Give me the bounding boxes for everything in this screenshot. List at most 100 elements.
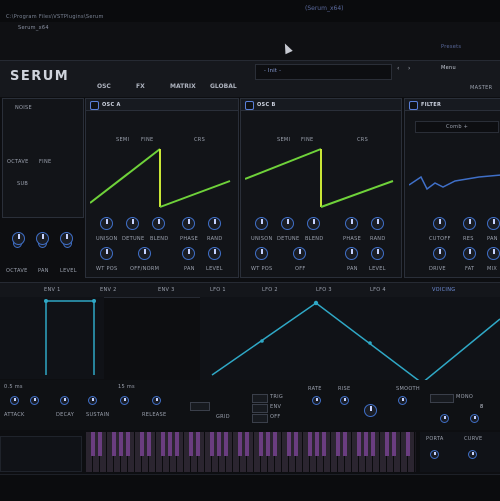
lfo-mode-trig[interactable] [252,394,268,403]
osc-a-level-knob[interactable] [208,247,221,260]
black-key[interactable] [140,432,144,456]
lfo-rise-knob[interactable] [340,396,349,405]
osc-a-power-button[interactable] [90,101,99,110]
voicing-curve-knob[interactable] [470,414,479,423]
black-key[interactable] [238,432,242,456]
env-attack-knob[interactable] [10,396,19,405]
env-release-knob[interactable] [120,396,129,405]
black-key[interactable] [196,432,200,456]
env-decay-knob[interactable] [60,396,69,405]
envelope-display[interactable] [0,297,104,379]
osc-a-detune-knob[interactable] [126,217,139,230]
black-key[interactable] [175,432,179,456]
lfo-grid-button[interactable] [190,402,210,411]
filter-res-knob[interactable] [463,217,476,230]
black-key[interactable] [147,432,151,456]
black-key[interactable] [210,432,214,456]
keyboard[interactable] [86,432,416,472]
presets-label[interactable]: Presets [441,44,461,50]
osc-b-detune-knob[interactable] [281,217,294,230]
black-key[interactable] [406,432,410,456]
mod-env1-tab[interactable]: ENV 1 [44,287,61,293]
osc-b-level-knob[interactable] [371,247,384,260]
preset-next-icon[interactable]: › [408,65,410,72]
black-key[interactable] [273,432,277,456]
black-key[interactable] [245,432,249,456]
voicing-porta-knob[interactable] [440,414,449,423]
osc-b-warp-knob[interactable] [293,247,306,260]
black-key[interactable] [336,432,340,456]
menu-button[interactable]: Menu [441,65,456,71]
black-key[interactable] [91,432,95,456]
osc-b-rand-knob[interactable] [371,217,384,230]
pitch-wheel[interactable] [0,436,82,472]
voicing-tab[interactable]: VOICING [432,287,455,293]
black-key[interactable] [112,432,116,456]
preset-display[interactable]: - Init - [255,64,392,80]
osc-b-power-button[interactable] [245,101,254,110]
env-sustain-knob[interactable] [88,396,97,405]
lfo-display[interactable] [200,297,500,385]
mod-lfo1-tab[interactable]: LFO 1 [210,287,226,293]
osc-a-phase-knob[interactable] [182,217,195,230]
tab-fx[interactable]: FX [136,83,145,90]
osc-a-warp-knob[interactable] [138,247,151,260]
black-key[interactable] [126,432,130,456]
black-key[interactable] [322,432,326,456]
lfo-mode-off[interactable] [252,414,268,423]
tab-osc[interactable]: OSC [97,83,111,90]
tab-global[interactable]: GLOBAL [210,83,237,90]
osc-b-phase-knob[interactable] [345,217,358,230]
lfo-mode-env[interactable] [252,404,268,413]
black-key[interactable] [168,432,172,456]
black-key[interactable] [287,432,291,456]
mod-env3-tab[interactable]: ENV 3 [158,287,175,293]
osc-b-wtpos-knob[interactable] [255,247,268,260]
black-key[interactable] [357,432,361,456]
voicing-poly-value[interactable]: 8 [480,404,483,410]
black-key[interactable] [371,432,375,456]
sub-octave-knob[interactable] [12,232,25,245]
black-key[interactable] [189,432,193,456]
filter-cutoff-knob[interactable] [433,217,446,230]
env-curve-knob[interactable] [152,396,161,405]
lfo-rate-knob[interactable] [312,396,321,405]
black-key[interactable] [217,432,221,456]
filter-power-button[interactable] [409,101,418,110]
mod-env2-tab[interactable]: ENV 2 [100,287,117,293]
mod-lfo2-tab[interactable]: LFO 2 [262,287,278,293]
sub-level-knob[interactable] [60,232,73,245]
black-key[interactable] [294,432,298,456]
osc-b-blend-knob[interactable] [307,217,320,230]
black-key[interactable] [266,432,270,456]
osc-b-unison-knob[interactable] [255,217,268,230]
mod-lfo4-tab[interactable]: LFO 4 [370,287,386,293]
osc-a-rand-knob[interactable] [208,217,221,230]
porta-knob[interactable] [430,450,439,459]
black-key[interactable] [364,432,368,456]
tab-matrix[interactable]: MATRIX [170,83,196,90]
filter-fat-knob[interactable] [463,247,476,260]
curve-knob[interactable] [468,450,477,459]
black-key[interactable] [224,432,228,456]
osc-b-pan-knob[interactable] [345,247,358,260]
osc-a-unison-knob[interactable] [100,217,113,230]
lfo-smooth-knob[interactable] [398,396,407,405]
mod-lfo3-tab[interactable]: LFO 3 [316,287,332,293]
osc-a-blend-knob[interactable] [152,217,165,230]
black-key[interactable] [308,432,312,456]
black-key[interactable] [343,432,347,456]
filter-mix-knob[interactable] [487,247,500,260]
plugin-name[interactable]: Serum_x64 [18,25,49,31]
filter-type-select[interactable]: Comb + [415,121,499,133]
black-key[interactable] [259,432,263,456]
lfo-delay-knob[interactable] [364,404,377,417]
filter-drive-knob[interactable] [433,247,446,260]
black-key[interactable] [385,432,389,456]
preset-prev-icon[interactable]: ‹ [397,65,399,72]
osc-a-wtpos-knob[interactable] [100,247,113,260]
black-key[interactable] [161,432,165,456]
env-hold-knob[interactable] [30,396,39,405]
filter-pan-knob[interactable] [487,217,500,230]
black-key[interactable] [119,432,123,456]
